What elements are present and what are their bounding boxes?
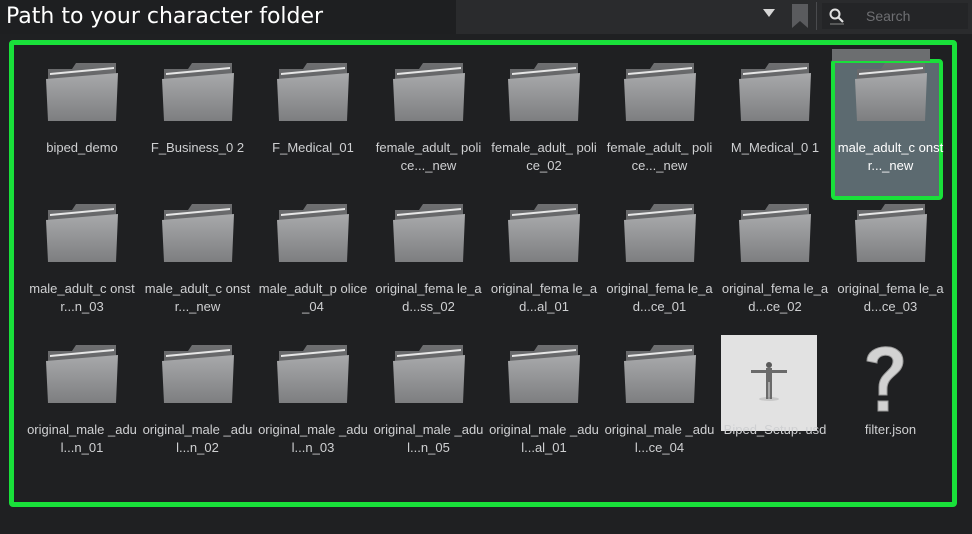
folder-icon <box>391 59 467 125</box>
folder-item[interactable]: female_adult_ police_02 <box>486 59 602 200</box>
path-caption: Path to your character folder <box>0 0 456 34</box>
folder-item[interactable]: original_fema le_ad...al_01 <box>486 200 602 341</box>
search-input[interactable] <box>866 6 962 26</box>
item-label: filter.json <box>864 422 917 437</box>
folder-icon <box>275 59 351 125</box>
search-icon <box>828 7 846 25</box>
item-label: original_male _adul...al_01 <box>489 422 599 455</box>
toolbar: Path to your character folder <box>0 0 972 34</box>
folder-icon <box>853 200 929 266</box>
folder-icon <box>737 59 813 125</box>
item-label: original_fema le_ad...ce_02 <box>721 281 829 314</box>
folder-grid-panel: biped_demo F_Business_0 2 F_Medical_01 f… <box>9 40 957 507</box>
folder-item[interactable]: original_fema le_ad...ce_03 <box>833 200 949 341</box>
item-label: original_fema le_ad...ce_01 <box>606 281 713 314</box>
character-preview-thumbnail <box>721 335 817 431</box>
item-label: original_male _adul...n_05 <box>373 422 484 455</box>
item-label: original_male _adul...n_03 <box>258 422 368 455</box>
item-label: original_fema le_ad...ce_03 <box>837 281 944 314</box>
item-label: F_Medical_01 <box>272 140 354 155</box>
folder-icon <box>44 59 120 125</box>
folder-item[interactable]: F_Business_0 2 <box>140 59 256 200</box>
item-label: F_Business_0 2 <box>150 140 245 155</box>
folder-item[interactable]: male_adult_p olice_04 <box>255 200 371 341</box>
question-mark-icon <box>855 335 915 425</box>
folder-icon <box>737 200 813 266</box>
folder-item[interactable]: original_fema le_ad...ss_02 <box>371 200 487 341</box>
folder-icon <box>506 341 582 407</box>
folder-item[interactable]: F_Medical_01 <box>255 59 371 200</box>
item-label: original_male _adul...n_01 <box>27 422 137 455</box>
item-label: original_fema le_ad...al_01 <box>490 281 598 314</box>
toolbar-divider <box>816 2 817 30</box>
folder-item[interactable]: original_male _adul...n_03 <box>255 341 371 482</box>
folder-item[interactable]: original_male _adul...n_02 <box>140 341 256 482</box>
item-label: biped_demo <box>46 140 118 155</box>
folder-icon <box>275 341 351 407</box>
folder-icon <box>391 341 467 407</box>
folder-item[interactable]: original_male _adul...al_01 <box>486 341 602 482</box>
content-browser: Path to your character folder Search bip… <box>0 0 972 534</box>
folder-item[interactable]: original_fema le_ad...ce_02 <box>717 200 833 341</box>
folder-item[interactable]: biped_demo <box>24 59 140 200</box>
folder-icon <box>622 59 698 125</box>
item-label: male_adult_c onstr...n_03 <box>29 281 135 314</box>
item-label: female_adult_ police..._new <box>375 140 482 173</box>
folder-item[interactable]: original_male _adul...n_05 <box>371 341 487 482</box>
item-label: original_fema le_ad...ss_02 <box>375 281 482 314</box>
folder-item[interactable]: male_adult_c onstr..._new <box>140 200 256 341</box>
folder-icon <box>160 341 236 407</box>
folder-item[interactable]: female_adult_ police..._new <box>371 59 487 200</box>
item-label: female_adult_ police_02 <box>491 140 597 173</box>
folder-item[interactable]: female_adult_ police..._new <box>602 59 718 200</box>
folder-grid: biped_demo F_Business_0 2 F_Medical_01 f… <box>24 49 949 482</box>
folder-icon <box>506 200 582 266</box>
item-label: male_adult_p olice_04 <box>258 281 368 314</box>
folder-icon <box>506 59 582 125</box>
folder-item[interactable]: male_adult_c onstr..._new <box>830 49 949 200</box>
bookmark-icon[interactable] <box>790 4 810 28</box>
item-label: original_male _adul...ce_04 <box>604 422 715 455</box>
item-label: male_adult_c onstr..._new <box>837 140 944 173</box>
folder-icon <box>275 200 351 266</box>
file-item[interactable]: filter.json <box>833 341 949 482</box>
folder-item[interactable]: original_male _adul...ce_04 <box>602 341 718 482</box>
folder-icon <box>44 200 120 266</box>
folder-item[interactable]: M_Medical_0 1 <box>717 59 833 200</box>
chevron-down-icon[interactable] <box>761 5 777 21</box>
item-label: M_Medical_0 1 <box>730 140 820 155</box>
item-label: male_adult_c onstr..._new <box>144 281 251 314</box>
folder-icon <box>853 59 929 125</box>
folder-icon <box>391 200 467 266</box>
item-label: female_adult_ police..._new <box>606 140 713 173</box>
file-item[interactable]: Biped_Setup. usd <box>717 335 833 482</box>
folder-item[interactable]: original_fema le_ad...ce_01 <box>602 200 718 341</box>
item-label: original_male _adul...n_02 <box>142 422 253 455</box>
folder-icon <box>622 200 698 266</box>
folder-icon <box>160 59 236 125</box>
search-box[interactable] <box>822 3 968 29</box>
folder-icon <box>622 341 698 407</box>
folder-item[interactable]: male_adult_c onstr...n_03 <box>24 200 140 341</box>
folder-icon <box>44 341 120 407</box>
item-label: Biped_Setup. usd <box>723 422 827 437</box>
folder-icon <box>160 200 236 266</box>
folder-item[interactable]: original_male _adul...n_01 <box>24 341 140 482</box>
